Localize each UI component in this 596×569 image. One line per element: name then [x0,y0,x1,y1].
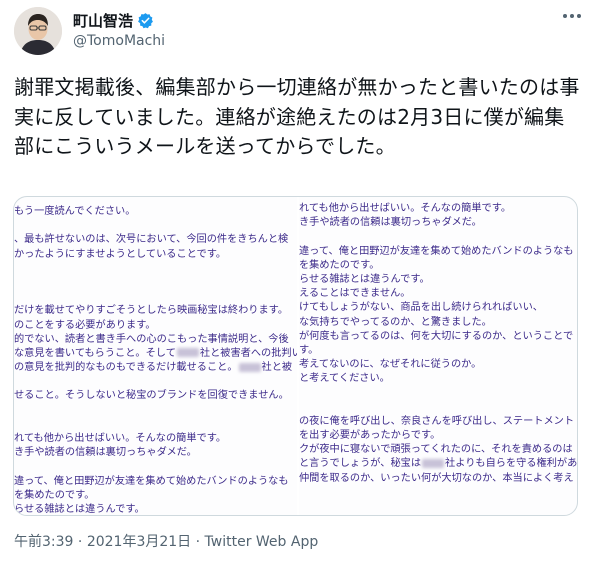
media-text-line: けてもしょうがない、商品を出し続けられればいい、 [299,302,543,314]
media-text-line: れても他から出せばいい。そんなの簡単です。 [14,433,227,444]
media-text-line [14,418,297,432]
media-text-line [14,219,297,233]
tweet-source[interactable]: Twitter Web App [205,534,319,550]
media-text-line: 考えてないのに、なぜそれに従うのか。 [299,359,482,371]
media-text-line: を集めたのです。 [299,259,380,271]
redacted-blur [422,458,445,468]
media-text-line: らせる雑誌とは違うんです。 [299,273,430,285]
tweet-time[interactable]: 午前3:39 [14,534,73,550]
media-text-line: な意見を書いてもらうこと。そして 社と被害者への批判い [14,347,297,359]
media-text-line: 仲間を取るのか、いったい何が大切なのか、本当によく考え [299,472,574,484]
media-text-line [299,401,577,415]
redacted-blur [238,362,261,372]
media-text-line [299,230,577,244]
media-text-line: れても他から出せばいい。そんなの簡単です。 [299,203,512,214]
author-name[interactable]: 町山智浩 [73,10,133,31]
media-text-line [14,404,297,418]
tweet-text: 謝罪文掲載後、編集部から一切連絡が無かったと書いたのは事実に反していました。連絡… [14,75,580,158]
media-text-line: の夜に俺を呼び出し、奈良さんを呼び出し、ステートメント [299,415,575,427]
media-text-line [14,290,297,304]
media-text-line: 違って、俺と田野辺が友達を集めて始めたバンドのようなも [299,245,574,257]
media-text-line: クが夜中に寝ないで頑張ってくれたのに、それを責めるのは [299,444,573,456]
media-text-line: す。 [299,344,319,356]
media-text-line: えることはできません。 [299,288,411,300]
media-text-line: き手や読者の信頼は裏切っちゃダメだ。 [14,447,197,459]
media-text-line: き手や読者の信頼は裏切っちゃダメだ。 [299,217,482,229]
media-text-line: せること。そうしないと秘宝のブランドを回復できません。 [14,390,289,402]
media-text-line: 、最も許せないのは、次号において、今回の件をきちんと検 [14,234,289,246]
media-text-line [14,276,297,290]
media-text-line [14,375,297,389]
media-text-line: な気持ちでやってるのか、と驚きました。 [299,316,492,328]
author-handle[interactable]: @TomoMachi [73,33,165,49]
media-text-line: のことをする必要があります。 [14,319,156,331]
media-text-line [299,386,577,400]
media-text-line: 的でない、読者と書き手への心のこもった事情説明と、今後 [14,333,289,345]
media-text-line: の意見を批判的なものもできるだけ載せること。 社と被 [14,362,293,374]
media-text-line: だけを載せてやりすごそうとしたら映画秘宝は終わります。 [14,305,289,317]
verified-badge-icon [137,12,154,29]
media-text-line: 違って、俺と田野辺が友達を集めて始めたバンドのようなも [14,475,289,487]
more-options-icon[interactable] [560,6,584,26]
tweet-date[interactable]: 2021年3月21日 [87,534,191,550]
media-image-right: れても他から出せばいい。そんなの簡単です。 き手や読者の信頼は裏切っちゃダメだ。違… [299,197,577,515]
media-image-left: もう一度読んでください。、最も許せないのは、次号において、今回の件をきちんと検か… [14,197,297,515]
media-text-line [14,460,297,474]
media-text-line: が何度も言ってるのは、何を大切にするのか、ということで [299,330,574,342]
redacted-blur [176,348,199,358]
media-text-line: と考えてください。 [299,373,390,385]
media-text-line: もう一度読んでください。 [14,206,136,217]
media-text-line: らせる雑誌とは違うんです。 [14,503,145,515]
tweet-meta: 午前3:39 · 2021年3月21日 · Twitter Web App [14,531,318,551]
media-text-line: と言うでしょうが、秘宝は 社よりも自らを守る権利があ [299,458,577,470]
tweet-media-image[interactable]: もう一度読んでください。、最も許せないのは、次号において、今回の件をきちんと検か… [13,196,578,516]
media-text-line: を集めたのです。 [14,489,95,501]
author-row: 町山智浩 [73,10,154,30]
meta-separator: · [73,534,87,550]
media-text-line: かったようにすませようとしていることです。 [14,248,227,260]
media-text-line: を出す必要があったからです。 [299,430,441,441]
avatar-photo [14,7,62,55]
meta-separator-2: · [191,534,205,550]
avatar[interactable] [14,7,62,55]
media-text-line [14,262,297,276]
